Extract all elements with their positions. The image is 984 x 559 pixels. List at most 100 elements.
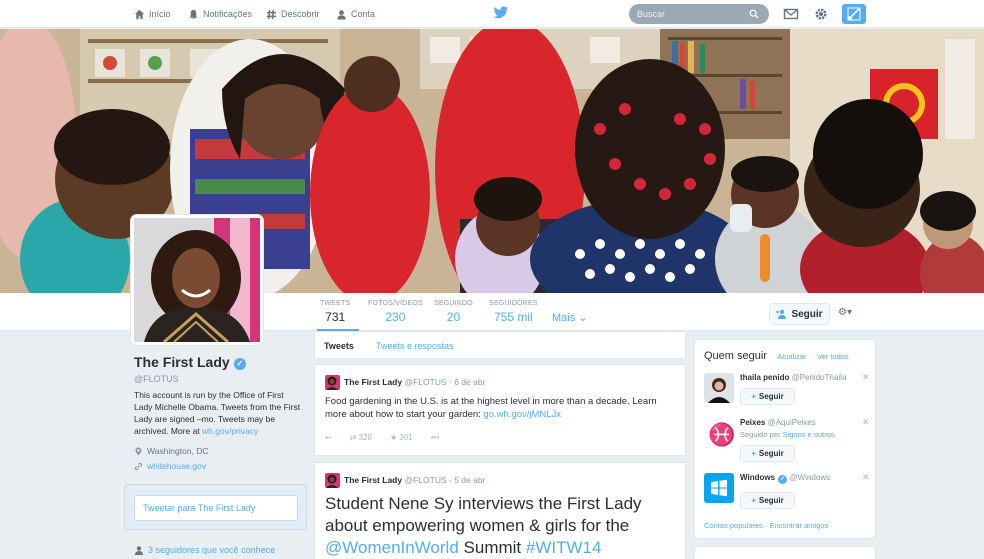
suggestion-follow-button[interactable]: + Seguir: [740, 388, 795, 405]
tweet-to-input[interactable]: Tweetar para The First Lady: [134, 495, 298, 521]
search-icon[interactable]: [749, 9, 759, 19]
tweet-card[interactable]: The First Lady @FLOTUS · 5 de abr Studen…: [314, 462, 686, 559]
tweet-body: Student Nene Sy interviews the First Lad…: [325, 494, 642, 535]
website-link[interactable]: whitehouse.gov: [147, 461, 206, 471]
tweet-card[interactable]: The First Lady @FLOTUS · 6 de abr Food g…: [314, 364, 686, 456]
suggestion-avatar-image: ♓: [704, 418, 734, 448]
search-box[interactable]: [629, 4, 769, 24]
tweet-author-handle[interactable]: @FLOTUS: [404, 377, 446, 387]
tweet-hashtag-link[interactable]: #WITW14: [526, 538, 602, 557]
stat-photos-label: FOTOS/VÍDEOS: [368, 300, 423, 307]
view-all-label: Ver todos: [817, 352, 849, 361]
add-user-icon: +: [751, 392, 756, 401]
find-friends-link[interactable]: Encontrar amigos: [769, 521, 828, 530]
gear-icon[interactable]: [813, 6, 829, 22]
tweet-author-handle[interactable]: @FLOTUS: [404, 475, 446, 485]
suggestion-avatar[interactable]: [704, 473, 734, 503]
suggestion-follow-button[interactable]: + Seguir: [740, 445, 795, 462]
stat-followers-value: 755 mil: [494, 310, 533, 324]
verified-badge-icon: ✓: [778, 475, 788, 484]
tweet-author-name[interactable]: The First Lady: [344, 377, 402, 387]
tweet-date[interactable]: 6 de abr: [454, 377, 485, 387]
stat-photos-value: 230: [385, 310, 406, 324]
bio-privacy-link[interactable]: wh.gov/privacy: [202, 426, 258, 436]
tab-tweets-and-replies[interactable]: Tweets e respostas: [376, 341, 454, 351]
suggestion-name-text: Peixes: [740, 418, 766, 427]
more-menu[interactable]: Mais ⌄: [552, 311, 588, 324]
suggestion-avatar[interactable]: ♓: [704, 418, 734, 448]
suggestion-avatar[interactable]: [704, 373, 734, 403]
suggestion-follow-label: Seguir: [758, 449, 784, 458]
nav-notifications[interactable]: Notificações: [188, 0, 252, 28]
suggestion-name[interactable]: Peixes @AquiPeixes: [740, 418, 816, 427]
favorite-action[interactable]: ★ 301: [390, 433, 413, 442]
twitter-bird-icon[interactable]: [493, 6, 509, 20]
nav-home-label: Início: [149, 9, 171, 19]
stat-tweets-label: TWEETS: [320, 300, 351, 307]
suggestion-handle: @PenidoThaila: [791, 373, 847, 382]
profile-gear-menu[interactable]: ⚙▾: [838, 307, 852, 318]
nav-notifications-label: Notificações: [203, 9, 253, 19]
avatar-photo: [134, 218, 260, 344]
location-pin-icon: [135, 446, 142, 456]
suggestion-name[interactable]: thaila penido @PenidoThaila: [740, 373, 846, 382]
popular-accounts-link[interactable]: Contas populares: [704, 521, 763, 530]
gear-icon: ⚙: [838, 307, 847, 318]
suggestion-item: ♓ Peixes @AquiPeixes ✕ Seguido por Signo…: [704, 417, 870, 462]
bell-icon: [189, 9, 198, 20]
follow-button[interactable]: Seguir: [769, 303, 830, 325]
svg-text:♓: ♓: [708, 422, 734, 448]
tweet-date[interactable]: 5 de abr: [454, 475, 485, 485]
stat-photos-videos[interactable]: FOTOS/VÍDEOS 230: [368, 300, 423, 324]
followed-by-others-link[interactable]: outros: [814, 430, 835, 439]
tab-tweets[interactable]: Tweets: [324, 341, 354, 351]
tweet-avatar-image: [325, 375, 340, 390]
tweet-avatar[interactable]: [325, 375, 340, 390]
tweet-text: Food gardening in the U.S. is at the hig…: [325, 395, 665, 421]
profile-location: Washington, DC: [134, 446, 209, 456]
profile-handle: @FLOTUS: [134, 374, 179, 384]
suggestion-follow-button[interactable]: + Seguir: [740, 492, 795, 509]
followed-by-prefix: Seguido por: [740, 430, 783, 439]
tweet-link[interactable]: go.wh.gov/jMNLJx: [483, 409, 561, 420]
stat-following-label: SEGUINDO: [434, 300, 473, 307]
stat-followers-label: SEGUIDORES: [489, 300, 538, 307]
stat-followers[interactable]: SEGUIDORES 755 mil: [489, 300, 538, 324]
avatar[interactable]: [131, 215, 263, 345]
who-to-follow-footer: Contas populares · Encontrar amigos: [704, 521, 829, 530]
retweet-action[interactable]: ⇄ 328: [350, 433, 372, 442]
more-options-icon[interactable]: •••: [431, 433, 439, 442]
star-icon: ★: [390, 433, 398, 442]
profile-bio: This account is run by the Office of Fir…: [134, 389, 304, 437]
stat-following[interactable]: SEGUINDO 20: [434, 300, 473, 324]
nav-account[interactable]: Conta: [336, 0, 375, 28]
nav-discover[interactable]: Descobrir: [266, 0, 320, 28]
dismiss-suggestion-icon[interactable]: ✕: [862, 472, 870, 483]
followed-by-link[interactable]: Signos: [783, 430, 806, 439]
tweet-author-name[interactable]: The First Lady: [344, 475, 402, 485]
nav-account-label: Conta: [351, 9, 376, 19]
followers-you-know[interactable]: 3 seguidores que você conhece: [134, 545, 275, 555]
quill-icon: [847, 7, 861, 21]
tweet-avatar-image: [325, 473, 340, 488]
favorite-count: 301: [399, 433, 413, 442]
suggestion-name[interactable]: Windows ✓ @Windows: [740, 473, 830, 484]
who-to-follow-module: Quem seguir · Atualizar · Ver todos thai…: [694, 339, 876, 539]
tweet-mention-link[interactable]: @WomenInWorld: [325, 538, 459, 557]
dismiss-suggestion-icon[interactable]: ✕: [862, 417, 870, 428]
nav-discover-label: Descobrir: [281, 9, 320, 19]
refresh-link[interactable]: · Atualizar: [773, 352, 806, 361]
view-all-link[interactable]: · Ver todos: [812, 352, 848, 361]
suggestion-handle: @Windows: [789, 473, 831, 482]
search-input[interactable]: [637, 9, 749, 19]
direct-messages-icon[interactable]: [783, 6, 799, 22]
suggestion-item: Windows ✓ @Windows ✕ + Seguir: [704, 472, 870, 509]
refresh-label: Atualizar: [777, 352, 807, 361]
nav-home[interactable]: Início: [134, 0, 171, 28]
stat-tweets[interactable]: TWEETS 731: [320, 300, 350, 324]
tweet-avatar[interactable]: [325, 473, 340, 488]
reply-icon[interactable]: ↩: [325, 433, 332, 442]
compose-tweet-button[interactable]: [842, 4, 866, 24]
dismiss-suggestion-icon[interactable]: ✕: [862, 372, 870, 383]
hashtag-icon: [266, 9, 277, 19]
